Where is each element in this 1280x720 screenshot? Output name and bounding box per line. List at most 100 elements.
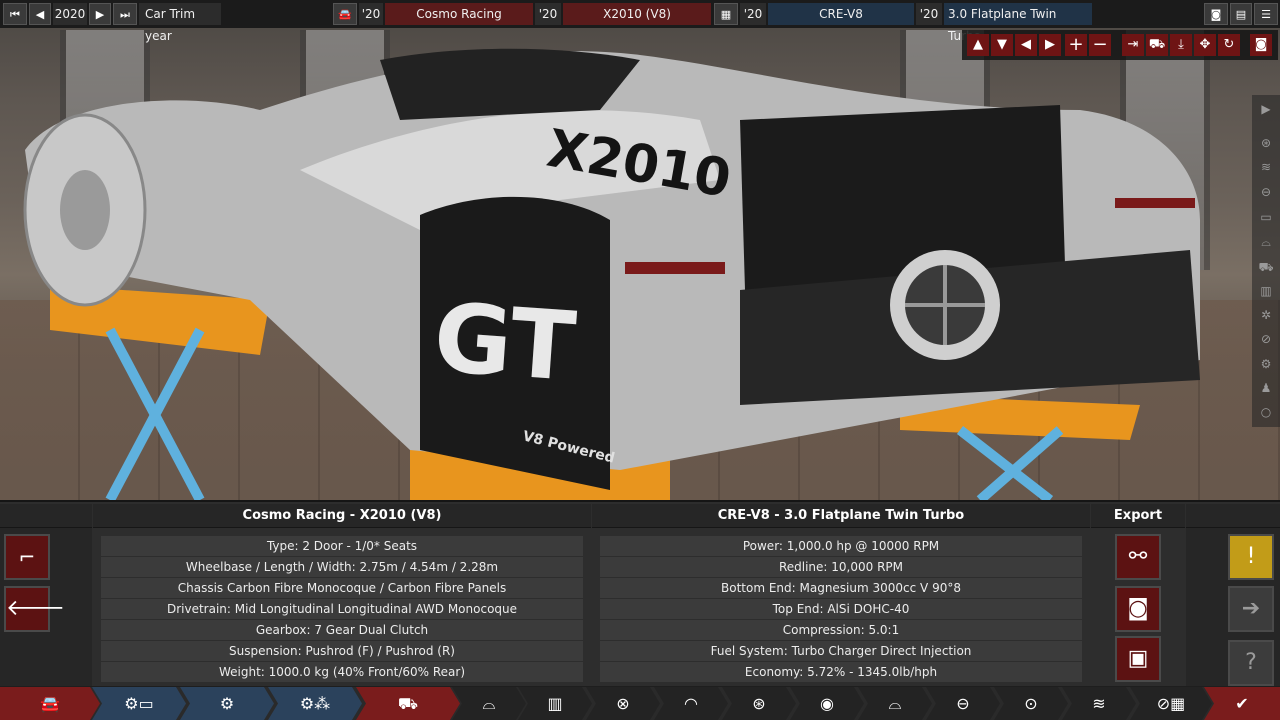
person-icon[interactable]: ♟ [1256,378,1276,398]
year-field[interactable]: 2020 [53,3,87,25]
export-title: Export [1091,504,1185,528]
nav-safety-icon[interactable]: ⊙ [994,687,1068,720]
arrow-right-icon[interactable]: ▶ [1039,34,1061,56]
next-arrow-icon[interactable]: ➔ [1228,586,1274,632]
body-icon[interactable]: ⌓ [1256,232,1276,252]
car-view-icon[interactable]: ⛟ [1146,34,1168,56]
nav-finish-icon[interactable]: ✔ [1204,687,1280,720]
engine-variant-selector[interactable]: 3.0 Flatplane Twin Turbo [944,3,1092,43]
model-selector[interactable]: X2010 (V8) [563,3,711,25]
car-info-column: Cosmo Racing - X2010 (V8) Type: 2 Door -… [93,504,591,686]
trim-year-label: Car Trim year [139,3,221,43]
variant-year-text: '20 [916,3,942,25]
nav-chassis-icon[interactable]: ▥ [518,687,592,720]
model-year-text-2: '20 [535,3,561,25]
axle-icon[interactable]: ⊖ [1256,182,1276,202]
first-year-icon[interactable]: ⏮ [3,3,27,25]
next-year-icon[interactable]: ▶ [89,3,111,25]
model-year-text: '20 [359,3,383,25]
nav-engine-designer-icon[interactable]: ⚙▭ [92,687,186,720]
gear-icon[interactable]: ⚙ [1256,354,1276,374]
grille-icon[interactable]: ▥ [1256,281,1276,301]
wheel-icon[interactable]: ⊛ [1256,133,1276,153]
rotate-icon[interactable]: ↻ [1218,34,1240,56]
engine-info-rows: Power: 1,000.0 hp @ 10000 RPM Redline: 1… [600,536,1082,683]
nav-drivetrain-icon[interactable]: ⊗ [586,687,660,720]
nav-gearbox-icon[interactable]: ◠ [654,687,728,720]
car-chassis-row: Chassis Carbon Fibre Monocoque / Carbon … [101,578,583,598]
prev-year-icon[interactable]: ◀ [29,3,51,25]
last-year-icon[interactable]: ⏭ [113,3,137,25]
engine-redline-row: Redline: 10,000 RPM [600,557,1082,577]
car-dimensions-row: Wheelbase / Length / Width: 2.75m / 4.54… [101,557,583,577]
pivot-icon[interactable]: ✥ [1194,34,1216,56]
share-icon[interactable]: ⚯ [1115,534,1161,580]
top-bar: ⏮ ◀ 2020 ▶ ⏭ Car Trim year 🚘 '20 Cosmo R… [0,0,1280,43]
car-suspension-row: Suspension: Pushrod (F) / Pushrod (R) [101,641,583,661]
engine-icon[interactable]: ▦ [714,3,738,25]
calculator-icon[interactable]: ▤ [1230,3,1252,25]
right-actions: ! ➔ ? [1186,504,1280,686]
warning-icon[interactable]: ! [1228,534,1274,580]
engine-family-selector[interactable]: CRE-V8 [768,3,914,25]
car-drivetrain-row: Drivetrain: Mid Longitudinal Longitudina… [101,599,583,619]
car-info-rows: Type: 2 Door - 1/0* Seats Wheelbase / Le… [101,536,583,683]
right-actions-header [1186,504,1280,528]
nav-engine-tune-icon[interactable]: ⚙⁂ [268,687,362,720]
chart-icon[interactable]: ⌐ [4,534,50,580]
nav-wheels-icon[interactable]: ⊛ [722,687,796,720]
car-info-title: Cosmo Racing - X2010 (V8) [93,504,591,528]
zoom-out-icon[interactable]: − [1089,34,1111,56]
menu-icon[interactable]: ☰ [1254,3,1278,25]
nav-body-icon[interactable]: ⌓ [452,687,526,720]
help-icon[interactable]: ? [1228,640,1274,686]
nav-aero-icon[interactable]: ⌓ [858,687,932,720]
car-side-icon[interactable]: ⛟ [1256,257,1276,277]
car-model-icon[interactable]: 🚘 [333,3,357,25]
nav-tune-icon[interactable]: ≋ [1062,687,1136,720]
car-3d-viewport[interactable]: X2010 GT V8 Powered [0,0,1280,500]
play-icon[interactable]: ▶ [1256,99,1276,119]
company-selector[interactable]: Cosmo Racing [385,3,533,25]
spring-icon[interactable]: ≋ [1256,157,1276,177]
arrow-left-icon[interactable]: ◀ [1015,34,1037,56]
save-icon[interactable]: ▣ [1115,636,1161,682]
car-door-text: GT [430,283,579,403]
car-type-row: Type: 2 Door - 1/0* Seats [101,536,583,556]
car-designer-app: X2010 GT V8 Powered ⏮ ◀ 2020 ▶ ⏭ Car Tri… [0,0,1280,720]
side-toolbar: ▶ ⊛ ≋ ⊖ ▭ ⌓ ⛟ ▥ ✲ ⊘ ⚙ ♟ ○ [1252,95,1280,427]
zoom-in-icon[interactable]: + [1065,34,1087,56]
engine-power-row: Power: 1,000.0 hp @ 10000 RPM [600,536,1082,556]
bottom-navigation: 🚘 ⚙▭ ⚙ ⚙⁂ ⛟ ⌓ ▥ ⊗ ◠ ⊛ ◉ ⌓ ⊖ ⊙ ≋ ⊘▦ ✔ [0,687,1280,720]
engine-economy-row: Economy: 5.72% - 1345.0lb/hph [600,662,1082,682]
car-render: X2010 GT V8 Powered [23,48,1200,500]
arrow-down-icon[interactable]: ▼ [991,34,1013,56]
circle-icon[interactable]: ○ [1256,402,1276,422]
export-camera-icon[interactable]: ◙ [1115,586,1161,632]
nav-test-icon[interactable]: ⊘▦ [1130,687,1212,720]
disable-icon[interactable]: ⊘ [1256,329,1276,349]
screenshot-icon[interactable]: ◙ [1250,34,1272,56]
export-column: Export ⚯ ◙ ▣ [1091,504,1185,686]
car-weight-row: Weight: 1000.0 kg (40% Front/60% Rear) [101,662,583,682]
nav-brakes-icon[interactable]: ◉ [790,687,864,720]
engine-bottom-end-row: Bottom End: Magnesium 3000cc V 90°8 [600,578,1082,598]
bar-icon[interactable]: ▭ [1256,207,1276,227]
engine-info-column: CRE-V8 - 3.0 Flatplane Twin Turbo Power:… [592,504,1090,686]
engine-fuel-row: Fuel System: Turbo Charger Direct Inject… [600,641,1082,661]
camera-icon[interactable]: ◙ [1204,3,1228,25]
left-actions-header [0,504,92,528]
align-right-icon[interactable]: ⇥ [1122,34,1144,56]
engine-year-text: '20 [740,3,766,25]
arrow-up-icon[interactable]: ▲ [967,34,989,56]
back-arrow-icon[interactable]: 🡐 [4,586,65,632]
nav-car-model-icon[interactable]: ⛟ [356,687,460,720]
nav-interior-icon[interactable]: ⊖ [926,687,1000,720]
nav-car-icon[interactable]: 🚘 [0,687,100,720]
cooling-icon[interactable]: ✲ [1256,305,1276,325]
download-icon[interactable]: ⤓ [1170,34,1192,56]
car-gearbox-row: Gearbox: 7 Gear Dual Clutch [101,620,583,640]
nav-engine-parts-icon[interactable]: ⚙ [180,687,274,720]
engine-compression-row: Compression: 5.0:1 [600,620,1082,640]
view-toolbar: ▲ ▼ ◀ ▶ + − ⇥ ⛟ ⤓ ✥ ↻ ◙ [962,30,1278,60]
